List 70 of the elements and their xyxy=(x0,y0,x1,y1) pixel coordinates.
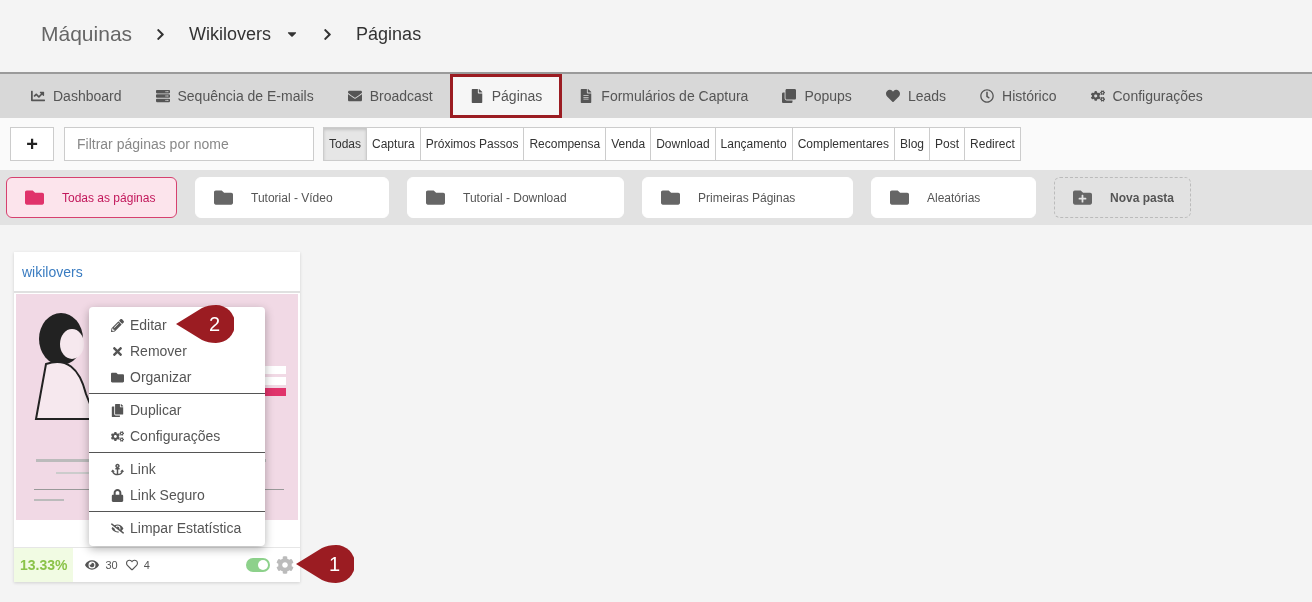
tab-icon xyxy=(782,89,797,103)
menu-item[interactable]: Link xyxy=(89,456,160,482)
folder-button[interactable]: Nova pasta xyxy=(1054,177,1191,218)
breadcrumb-root[interactable]: Máquinas xyxy=(41,22,133,46)
nav-tab[interactable]: Dashboard xyxy=(14,74,139,118)
filter-button[interactable]: Redirect xyxy=(964,127,1021,161)
folder-button[interactable]: Tutorial - Vídeo xyxy=(195,177,389,218)
folder-icon xyxy=(661,188,680,207)
tab-icon xyxy=(579,89,594,103)
tab-icon xyxy=(885,89,900,103)
folder-icon xyxy=(214,188,233,207)
settings-icon[interactable] xyxy=(276,556,294,574)
filter-button[interactable]: Lançamento xyxy=(714,127,793,161)
filter-button[interactable]: Complementares xyxy=(791,127,895,161)
nav-tab[interactable]: Sequência de E-mails xyxy=(138,74,331,118)
nav-tab[interactable]: Popups xyxy=(765,74,869,118)
eye-icon xyxy=(85,558,100,572)
menu-icon xyxy=(111,344,124,358)
filter-button[interactable]: Download xyxy=(650,127,716,161)
search-field[interactable]: Filtrar páginas por nome xyxy=(64,127,314,161)
likes-count: 4 xyxy=(143,559,150,571)
filter-button[interactable]: Blog xyxy=(894,127,931,161)
filter-button[interactable]: Captura xyxy=(366,127,421,161)
callout-badge: 2 xyxy=(176,305,234,343)
nav-tab[interactable]: Configurações xyxy=(1073,74,1220,118)
folder-button[interactable]: Primeiras Páginas xyxy=(642,177,853,218)
conversion-rate: 13.33% xyxy=(14,548,74,582)
menu-icon xyxy=(111,318,124,332)
menu-item[interactable]: Editar xyxy=(89,312,171,338)
nav-tab[interactable]: Páginas xyxy=(449,74,563,118)
tab-icon xyxy=(347,89,362,103)
menu-icon xyxy=(111,429,124,443)
menu-icon xyxy=(111,370,124,384)
tab-icon xyxy=(469,89,484,103)
folder-icon xyxy=(426,188,445,207)
active-toggle[interactable] xyxy=(246,558,270,572)
menu-item[interactable]: Configurações xyxy=(89,423,225,449)
nav-tab[interactable]: Histórico xyxy=(963,74,1074,118)
nav-tab[interactable]: Broadcast xyxy=(330,74,450,118)
filter-button[interactable]: Todas xyxy=(323,127,368,161)
tab-icon xyxy=(31,89,45,103)
menu-icon xyxy=(111,521,124,535)
filter-button[interactable]: Venda xyxy=(605,127,652,161)
views-count: 30 xyxy=(105,559,118,571)
menu-item[interactable]: Duplicar xyxy=(89,397,186,423)
folder-button[interactable]: Todas as páginas xyxy=(6,177,177,218)
tab-icon xyxy=(980,89,995,103)
folder-icon xyxy=(890,188,909,207)
add-button[interactable]: + xyxy=(10,127,54,161)
menu-item[interactable]: Limpar Estatística xyxy=(89,515,246,541)
menu-icon xyxy=(111,403,124,417)
machine-dropdown[interactable]: Wikilovers xyxy=(189,23,300,45)
callout-badge: 1 xyxy=(296,545,354,583)
heart-icon xyxy=(125,559,138,571)
menu-item[interactable]: Organizar xyxy=(89,364,196,390)
nav-tab[interactable]: Leads xyxy=(868,74,964,118)
filter-button[interactable]: Post xyxy=(929,127,966,161)
menu-icon xyxy=(111,462,124,476)
folder-button[interactable]: Aleatórias xyxy=(871,177,1036,218)
tab-icon xyxy=(1090,89,1105,103)
filter-button[interactable]: Recompensa xyxy=(523,127,607,161)
folder-button[interactable]: Tutorial - Download xyxy=(407,177,624,218)
menu-icon xyxy=(111,488,124,502)
menu-item[interactable]: Link Seguro xyxy=(89,482,209,508)
folder-icon xyxy=(1073,188,1092,207)
breadcrumb-current: Páginas xyxy=(356,23,422,45)
folder-icon xyxy=(25,188,44,207)
filter-button[interactable]: Próximos Passos xyxy=(419,127,525,161)
nav-tab[interactable]: Formulários de Captura xyxy=(562,74,766,118)
tab-icon xyxy=(155,89,170,103)
